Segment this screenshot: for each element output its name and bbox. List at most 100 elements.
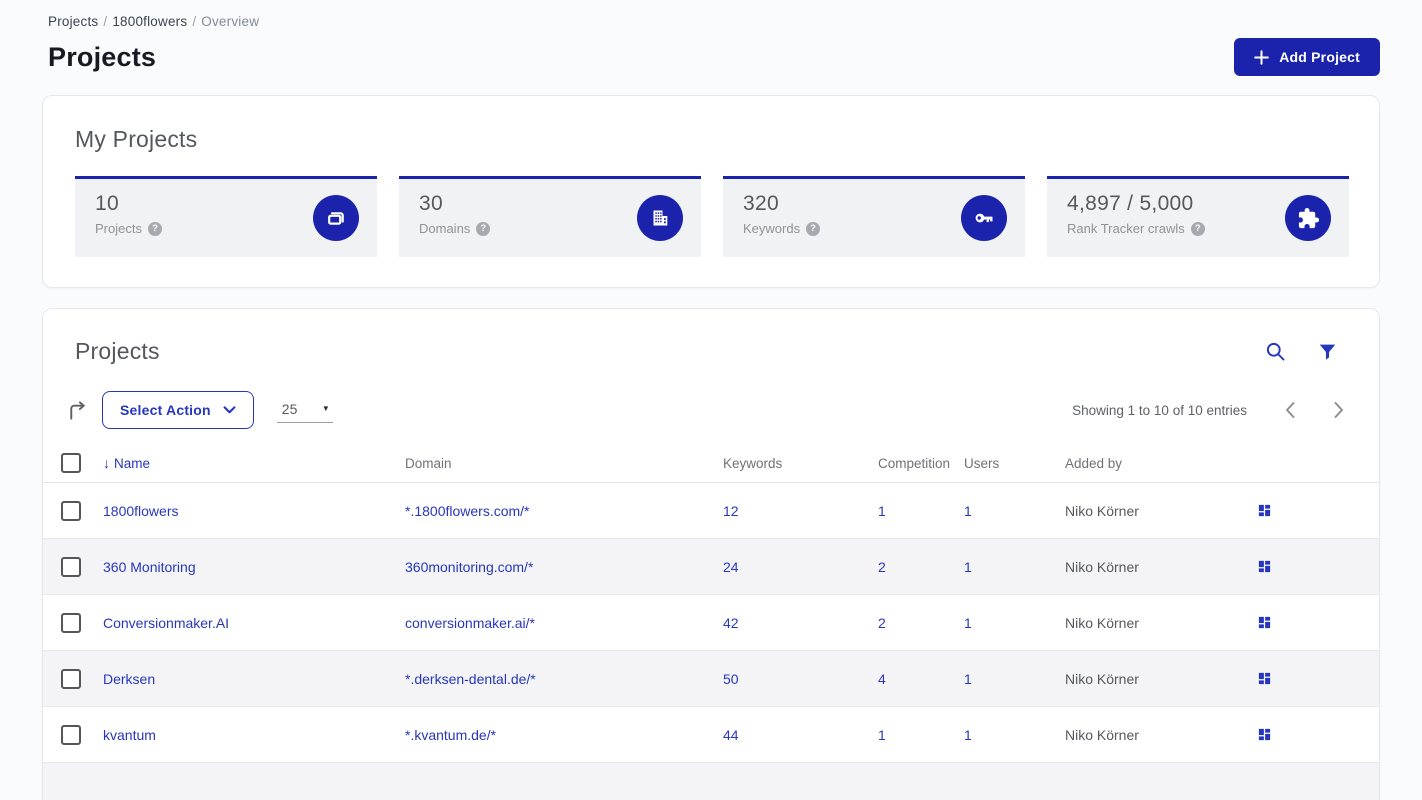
key-icon: [961, 195, 1007, 241]
previous-page-button[interactable]: [1284, 401, 1296, 419]
project-name-link[interactable]: 1800flowers: [103, 503, 405, 519]
add-project-button[interactable]: Add Project: [1234, 38, 1380, 76]
row-checkbox[interactable]: [61, 612, 81, 633]
project-domain-link[interactable]: *.1800flowers.com/*: [405, 503, 723, 519]
project-name-link[interactable]: Derksen: [103, 671, 405, 687]
column-header-name[interactable]: ↓ Name: [103, 455, 405, 471]
competition-count[interactable]: 4: [878, 671, 964, 687]
dashboard-grid-icon: [1257, 503, 1272, 518]
puzzle-icon: [1285, 195, 1331, 241]
added-by: Niko Körner: [1065, 614, 1139, 631]
competition-count[interactable]: 2: [878, 615, 964, 631]
dashboard-button[interactable]: [1257, 727, 1272, 742]
table-row: 360 Monitoring 360monitoring.com/* 24 2 …: [43, 539, 1379, 595]
keywords-count[interactable]: 50: [723, 671, 878, 687]
users-count[interactable]: 1: [964, 727, 1065, 743]
projects-table-card: Projects Select Action 25 ▼ Showing 1 to…: [42, 308, 1380, 800]
add-project-label: Add Project: [1279, 49, 1360, 65]
row-checkbox[interactable]: [61, 500, 81, 521]
sort-descending-icon: ↓: [103, 455, 110, 471]
table-row: Conversionmaker.AI conversionmaker.ai/* …: [43, 595, 1379, 651]
stat-keywords-label: Keywords: [743, 221, 801, 236]
dashboard-button[interactable]: [1257, 503, 1272, 518]
my-projects-heading: My Projects: [75, 126, 198, 152]
help-icon[interactable]: ?: [806, 221, 821, 236]
keywords-count[interactable]: 24: [723, 559, 878, 575]
keywords-count[interactable]: 42: [723, 615, 878, 631]
keywords-count[interactable]: 44: [723, 727, 878, 743]
table-row: kvantum *.kvantum.de/* 44 1 1 Niko Körne…: [43, 707, 1379, 763]
column-header-added-by[interactable]: Added by: [1065, 456, 1221, 471]
help-icon[interactable]: ?: [476, 221, 491, 236]
top-bar: Projects / 1800flowers / Overview Projects A…: [0, 0, 1422, 76]
search-icon: [1265, 341, 1286, 362]
table-header-row: ↓ Name Domain Keywords Competition Users…: [43, 444, 1379, 483]
users-count[interactable]: 1: [964, 671, 1065, 687]
project-domain-link[interactable]: conversionmaker.ai/*: [405, 615, 723, 631]
select-action-label: Select Action: [120, 402, 211, 418]
column-header-competition[interactable]: Competition: [878, 456, 964, 471]
page-size-value: 25: [281, 400, 298, 417]
next-page-button[interactable]: [1333, 401, 1345, 419]
help-icon[interactable]: ?: [1190, 221, 1205, 236]
competition-count[interactable]: 1: [878, 503, 964, 519]
dashboard-button[interactable]: [1257, 671, 1272, 686]
export-button[interactable]: [66, 399, 89, 422]
projects-card-heading: Projects: [75, 338, 160, 364]
row-checkbox[interactable]: [61, 556, 81, 577]
table-row: 1800flowers *.1800flowers.com/* 12 1 1 N…: [43, 483, 1379, 539]
stat-projects-label: Projects: [95, 221, 142, 236]
dashboard-grid-icon: [1257, 727, 1272, 742]
dashboard-button[interactable]: [1257, 559, 1272, 574]
stat-domains-label: Domains: [419, 221, 471, 236]
corner-up-right-arrow-icon: [66, 399, 89, 422]
table-body: 1800flowers *.1800flowers.com/* 12 1 1 N…: [43, 483, 1379, 800]
stat-projects: 10 Projects ?: [75, 176, 377, 257]
dashboard-grid-icon: [1257, 671, 1272, 686]
filter-icon: [1318, 342, 1337, 361]
row-checkbox[interactable]: [61, 668, 81, 689]
users-count[interactable]: 1: [964, 559, 1065, 575]
competition-count[interactable]: 2: [878, 559, 964, 575]
project-name-link[interactable]: 360 Monitoring: [103, 559, 405, 575]
competition-count[interactable]: 1: [878, 727, 964, 743]
plus-icon: [1254, 49, 1270, 65]
caret-down-icon: ▼: [321, 404, 330, 413]
project-name-link[interactable]: kvantum: [103, 727, 405, 743]
stat-rank-tracker: 4,897 / 5,000 Rank Tracker crawls ?: [1047, 176, 1349, 257]
table-row: Derksen *.derksen-dental.de/* 50 4 1 Nik…: [43, 651, 1379, 707]
column-header-domain[interactable]: Domain: [405, 456, 723, 471]
select-all-checkbox[interactable]: [61, 453, 81, 473]
breadcrumb-projects[interactable]: Projects: [48, 14, 98, 29]
projects-icon: [313, 195, 359, 241]
stat-rank-tracker-label: Rank Tracker crawls: [1067, 221, 1185, 236]
column-header-keywords[interactable]: Keywords: [723, 456, 878, 471]
page-size-select[interactable]: 25 ▼: [276, 398, 333, 423]
users-count[interactable]: 1: [964, 615, 1065, 631]
dashboard-grid-icon: [1257, 615, 1272, 630]
showing-entries-text: Showing 1 to 10 of 10 entries: [1072, 402, 1247, 418]
search-button[interactable]: [1265, 341, 1286, 362]
dashboard-button[interactable]: [1257, 615, 1272, 630]
project-domain-link[interactable]: *.derksen-dental.de/*: [405, 671, 723, 687]
breadcrumb-1800flowers[interactable]: 1800flowers: [112, 14, 187, 29]
select-action-button[interactable]: Select Action: [102, 391, 254, 429]
project-domain-link[interactable]: 360monitoring.com/*: [405, 559, 723, 575]
project-name-link[interactable]: Conversionmaker.AI: [103, 615, 405, 631]
chevron-left-icon: [1284, 401, 1296, 419]
breadcrumb-separator: /: [103, 14, 108, 29]
added-by: Niko Körner: [1065, 726, 1139, 743]
keywords-count[interactable]: 12: [723, 503, 878, 519]
building-icon: [637, 195, 683, 241]
breadcrumb: Projects / 1800flowers / Overview: [48, 14, 1380, 29]
users-count[interactable]: 1: [964, 503, 1065, 519]
added-by: Niko Körner: [1065, 502, 1139, 519]
project-domain-link[interactable]: *.kvantum.de/*: [405, 727, 723, 743]
help-icon[interactable]: ?: [147, 221, 162, 236]
column-header-users[interactable]: Users: [964, 456, 1065, 471]
row-checkbox[interactable]: [61, 724, 81, 745]
table-row-partial: [43, 763, 1379, 800]
stat-keywords: 320 Keywords ?: [723, 176, 1025, 257]
breadcrumb-overview: Overview: [201, 14, 260, 29]
filter-button[interactable]: [1318, 342, 1337, 361]
